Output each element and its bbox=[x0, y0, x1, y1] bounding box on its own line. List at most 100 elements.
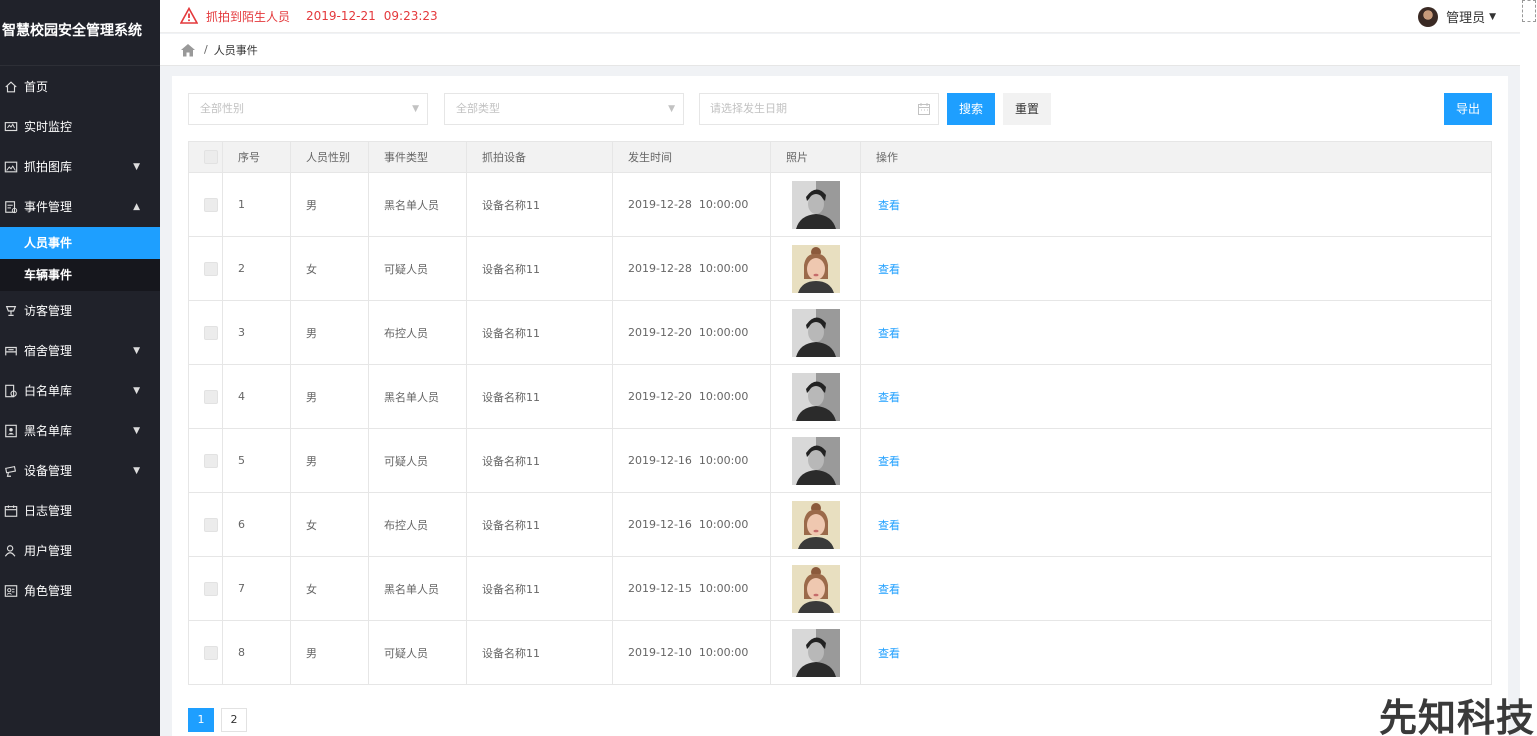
person-photo[interactable] bbox=[792, 628, 840, 677]
column-header: 人员性别 bbox=[290, 141, 369, 173]
column-header: 操作 bbox=[860, 141, 1492, 173]
view-link[interactable]: 查看 bbox=[878, 455, 900, 468]
search-button[interactable]: 搜索 bbox=[947, 93, 995, 125]
person-photo[interactable] bbox=[792, 564, 840, 613]
cell-no: 1 bbox=[222, 172, 291, 237]
pagination: 1 2 bbox=[188, 708, 254, 732]
cell-action: 查看 bbox=[860, 428, 1492, 493]
person-photo[interactable] bbox=[792, 180, 840, 229]
person-photo[interactable] bbox=[792, 436, 840, 485]
reset-button[interactable]: 重置 bbox=[1003, 93, 1051, 125]
view-link[interactable]: 查看 bbox=[878, 519, 900, 532]
row-checkbox[interactable] bbox=[204, 517, 218, 532]
sidebar-item-device-management[interactable]: 设备管理 ▼ bbox=[0, 451, 160, 491]
view-link[interactable]: 查看 bbox=[878, 391, 900, 404]
sidebar-item-label: 宿舍管理 bbox=[24, 344, 73, 358]
cell-no: 5 bbox=[222, 428, 291, 493]
row-checkbox[interactable] bbox=[204, 453, 218, 468]
sidebar-item-dorm-management[interactable]: 宿舍管理 ▼ bbox=[0, 331, 160, 371]
row-checkbox[interactable] bbox=[204, 325, 218, 340]
row-select-cell bbox=[188, 172, 223, 237]
export-button[interactable]: 导出 bbox=[1444, 93, 1492, 125]
row-select-cell bbox=[188, 428, 223, 493]
cup-icon bbox=[2, 302, 20, 320]
view-link[interactable]: 查看 bbox=[878, 647, 900, 660]
stranger-alert[interactable]: 抓拍到陌生人员 2019-12-21 09:23:23 bbox=[180, 7, 438, 25]
user-menu[interactable]: 管理员 ▼ bbox=[1418, 0, 1496, 33]
sidebar-item-user-management[interactable]: 用户管理 bbox=[0, 531, 160, 571]
select-all-cell bbox=[188, 141, 223, 173]
table-body: 1 男黑名单人员 设备名称11 2019-12-28 10:00:00 查看 2 女可疑人… bbox=[188, 172, 1492, 685]
table-row: 3 男布控人员 设备名称11 2019-12-20 10:00:00 查看 bbox=[188, 300, 1492, 365]
cell-device: 设备名称11 bbox=[466, 172, 613, 237]
scrollbar[interactable] bbox=[1520, 0, 1537, 736]
sidebar-item-label: 角色管理 bbox=[24, 584, 73, 598]
cell-event-type: 布控人员 bbox=[368, 300, 467, 365]
event-icon bbox=[2, 198, 20, 216]
warning-icon bbox=[180, 7, 198, 24]
person-photo[interactable] bbox=[792, 372, 840, 421]
sidebar-item-whitelist[interactable]: 白名单库 ▼ bbox=[0, 371, 160, 411]
table-row: 6 女布控人员 设备名称11 2019-12-16 10:00:00 查看 bbox=[188, 492, 1492, 557]
sidebar-item-realtime-monitor[interactable]: 实时监控 bbox=[0, 107, 160, 147]
sidebar-item-label: 设备管理 bbox=[24, 464, 73, 478]
cell-no: 7 bbox=[222, 556, 291, 621]
cell-action: 查看 bbox=[860, 492, 1492, 557]
view-link[interactable]: 查看 bbox=[878, 199, 900, 212]
cell-device: 设备名称11 bbox=[466, 300, 613, 365]
cell-gender: 男 bbox=[290, 172, 369, 237]
cell-device: 设备名称11 bbox=[466, 620, 613, 685]
sidebar-item-role-management[interactable]: 角色管理 bbox=[0, 571, 160, 611]
sidebar-item-home[interactable]: 首页 bbox=[0, 67, 160, 107]
view-link[interactable]: 查看 bbox=[878, 583, 900, 596]
chevron-up-icon: ▲ bbox=[133, 202, 140, 212]
image-icon bbox=[2, 158, 20, 176]
person-photo[interactable] bbox=[792, 308, 840, 357]
cell-photo bbox=[770, 556, 861, 621]
filter-bar: 全部性别 ▼ 全部类型 ▼ 请选择发生日期 搜索 重置 导出 bbox=[188, 93, 1492, 125]
gender-select-placeholder: 全部性别 bbox=[200, 102, 244, 115]
sidebar-subitem-vehicle-events[interactable]: 车辆事件 bbox=[0, 259, 160, 291]
row-checkbox[interactable] bbox=[204, 389, 218, 404]
chevron-down-icon: ▼ bbox=[133, 426, 140, 436]
person-photo[interactable] bbox=[792, 500, 840, 549]
app-title: 智慧校园安全管理系统 bbox=[0, 0, 160, 66]
gender-select[interactable]: 全部性别 ▼ bbox=[188, 93, 428, 125]
table-row: 7 女黑名单人员 设备名称11 2019-12-15 10:00:00 查看 bbox=[188, 556, 1492, 621]
sidebar-item-visitor-management[interactable]: 访客管理 bbox=[0, 291, 160, 331]
calendar-icon bbox=[918, 103, 930, 115]
column-header: 抓拍设备 bbox=[466, 141, 613, 173]
breadcrumb-separator: / bbox=[204, 43, 208, 56]
cell-time: 2019-12-16 10:00:00 bbox=[612, 428, 771, 493]
select-all-checkbox[interactable] bbox=[204, 150, 218, 164]
page-button[interactable]: 1 bbox=[188, 708, 214, 732]
cell-action: 查看 bbox=[860, 172, 1492, 237]
row-select-cell bbox=[188, 620, 223, 685]
scrollbar-grip[interactable] bbox=[1522, 0, 1536, 22]
person-photo[interactable] bbox=[792, 244, 840, 293]
sidebar-item-blacklist[interactable]: 黑名单库 ▼ bbox=[0, 411, 160, 451]
view-link[interactable]: 查看 bbox=[878, 327, 900, 340]
avatar bbox=[1418, 6, 1439, 27]
watermark-logo: 先知科技 bbox=[1378, 696, 1535, 736]
cell-gender: 女 bbox=[290, 236, 369, 301]
row-checkbox[interactable] bbox=[204, 261, 218, 276]
view-link[interactable]: 查看 bbox=[878, 263, 900, 276]
bed-icon bbox=[2, 342, 20, 360]
row-checkbox[interactable] bbox=[204, 581, 218, 596]
type-select[interactable]: 全部类型 ▼ bbox=[444, 93, 684, 125]
sidebar-item-capture-gallery[interactable]: 抓拍图库 ▼ bbox=[0, 147, 160, 187]
date-input[interactable]: 请选择发生日期 bbox=[699, 93, 939, 125]
page-button[interactable]: 2 bbox=[221, 708, 247, 732]
cell-action: 查看 bbox=[860, 556, 1492, 621]
sidebar-item-log-management[interactable]: 日志管理 bbox=[0, 491, 160, 531]
sidebar-item-event-management[interactable]: 事件管理 ▲ bbox=[0, 187, 160, 227]
home-icon[interactable] bbox=[180, 43, 196, 57]
cell-photo bbox=[770, 300, 861, 365]
row-checkbox[interactable] bbox=[204, 197, 218, 212]
cell-photo bbox=[770, 428, 861, 493]
row-checkbox[interactable] bbox=[204, 645, 218, 660]
row-select-cell bbox=[188, 300, 223, 365]
sidebar-subitem-person-events[interactable]: 人员事件 bbox=[0, 227, 160, 259]
dropdown-arrow-icon: ▼ bbox=[668, 104, 675, 114]
